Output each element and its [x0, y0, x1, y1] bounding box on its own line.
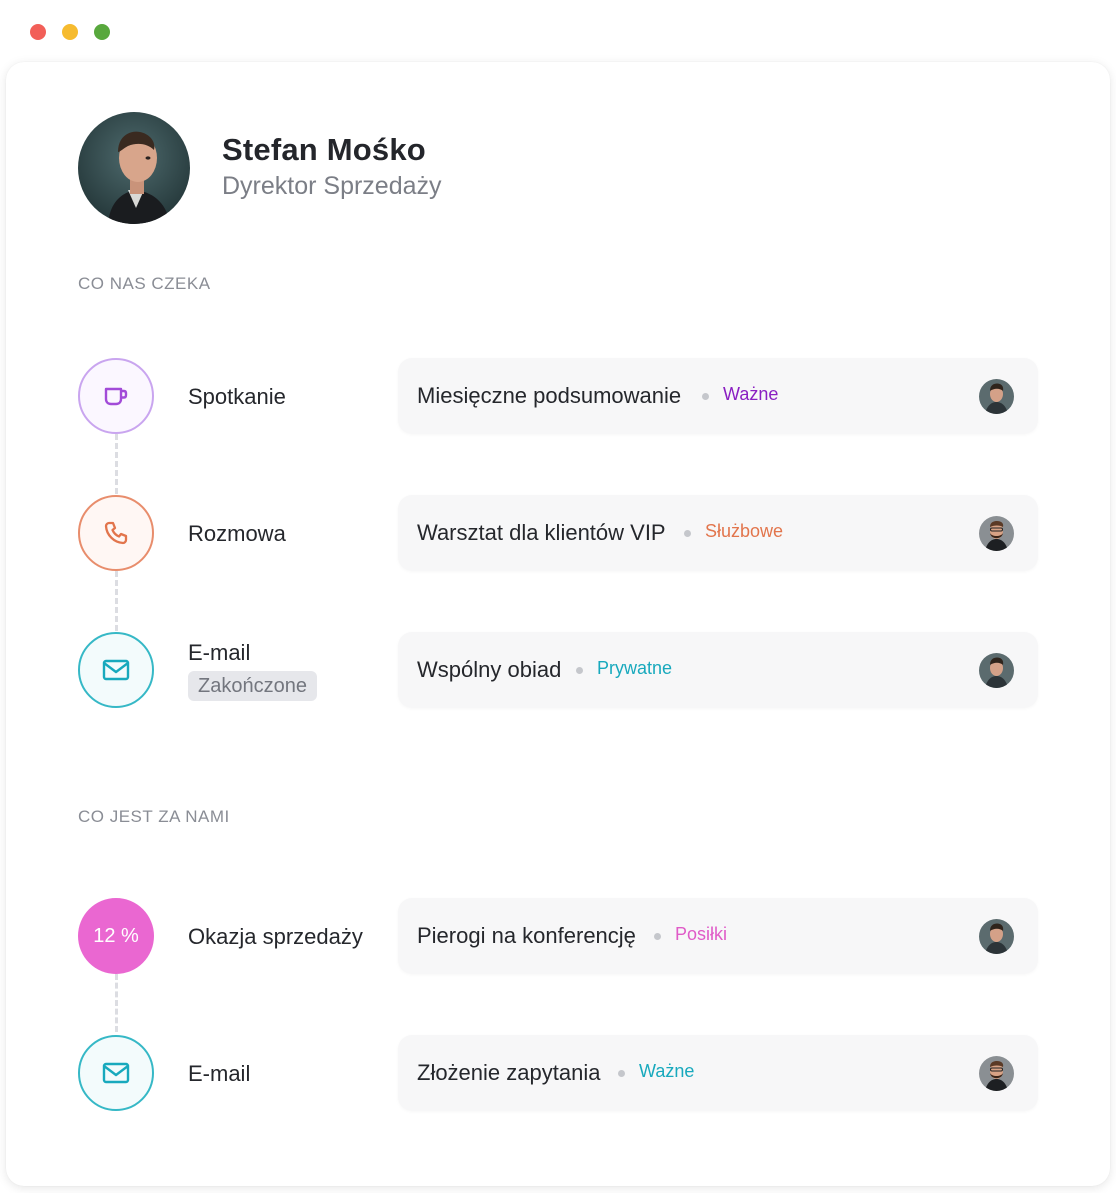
timeline-row[interactable]: 12 % Okazja sprzedaży Pierogi na konfere… [0, 896, 1116, 976]
event-card[interactable]: Złożenie zapytania Ważne [398, 1035, 1038, 1111]
window-titlebar [0, 0, 1116, 62]
cup-icon [78, 358, 154, 434]
event-tag: Służbowe [705, 521, 784, 541]
section-upcoming-label: CO NAS CZEKA [78, 274, 211, 293]
event-card[interactable]: Miesięczne podsumowanie Ważne [398, 358, 1038, 434]
progress-badge: 12 % [78, 898, 154, 974]
profile-avatar [78, 112, 190, 224]
event-title: Miesięczne podsumowanie [417, 383, 682, 408]
event-card[interactable]: Pierogi na konferencję Posiłki [398, 898, 1038, 974]
event-tag: Ważne [639, 1061, 695, 1081]
event-card[interactable]: Wspólny obiad Prywatne [398, 632, 1038, 708]
man-avatar [979, 379, 1014, 414]
event-tag: Ważne [723, 384, 779, 404]
separator-dot [618, 1070, 625, 1077]
event-title: Wspólny obiad [417, 657, 562, 682]
bearded-man-avatar [979, 516, 1014, 551]
timeline-row[interactable]: Spotkanie Miesięczne podsumowanie Ważne [0, 356, 1116, 436]
timeline-row[interactable]: Rozmowa Warsztat dla klientów VIP Służbo… [0, 493, 1116, 573]
separator-dot [702, 393, 709, 400]
activity-type: Rozmowa [188, 521, 286, 546]
separator-dot [684, 530, 691, 537]
event-title: Warsztat dla klientów VIP [417, 520, 666, 545]
phone-icon [78, 495, 154, 571]
event-title: Pierogi na konferencję [417, 923, 636, 948]
mail-icon [78, 632, 154, 708]
man-avatar [979, 653, 1014, 688]
activity-type: Okazja sprzedaży [188, 924, 363, 949]
timeline-row[interactable]: E-mail Złożenie zapytania Ważne [0, 1033, 1116, 1113]
timeline-connector [115, 974, 118, 1032]
status-badge: Zakończone [188, 671, 317, 701]
minimize-window-button[interactable] [62, 24, 78, 40]
mail-icon [78, 1035, 154, 1111]
maximize-window-button[interactable] [94, 24, 110, 40]
event-tag: Prywatne [597, 658, 673, 678]
timeline-row[interactable]: E-mail Zakończone Wspólny obiad Prywatne [0, 630, 1116, 710]
bearded-man-avatar [979, 1056, 1014, 1091]
separator-dot [576, 667, 583, 674]
event-title: Złożenie zapytania [417, 1060, 601, 1085]
activity-type: E-mail [188, 640, 251, 665]
event-tag: Posiłki [675, 924, 728, 944]
separator-dot [654, 933, 661, 940]
activity-type: E-mail [188, 1061, 251, 1086]
close-window-button[interactable] [30, 24, 46, 40]
profile-name: Stefan Mośko [222, 132, 426, 167]
event-card[interactable]: Warsztat dla klientów VIP Służbowe [398, 495, 1038, 571]
activity-type: Spotkanie [188, 384, 286, 409]
profile-role: Dyrektor Sprzedaży [222, 172, 442, 200]
section-past-label: CO JEST ZA NAMI [78, 807, 230, 826]
timeline-connector [115, 571, 118, 631]
timeline-card [6, 62, 1110, 1186]
timeline-connector [115, 434, 118, 494]
man-avatar [979, 919, 1014, 954]
